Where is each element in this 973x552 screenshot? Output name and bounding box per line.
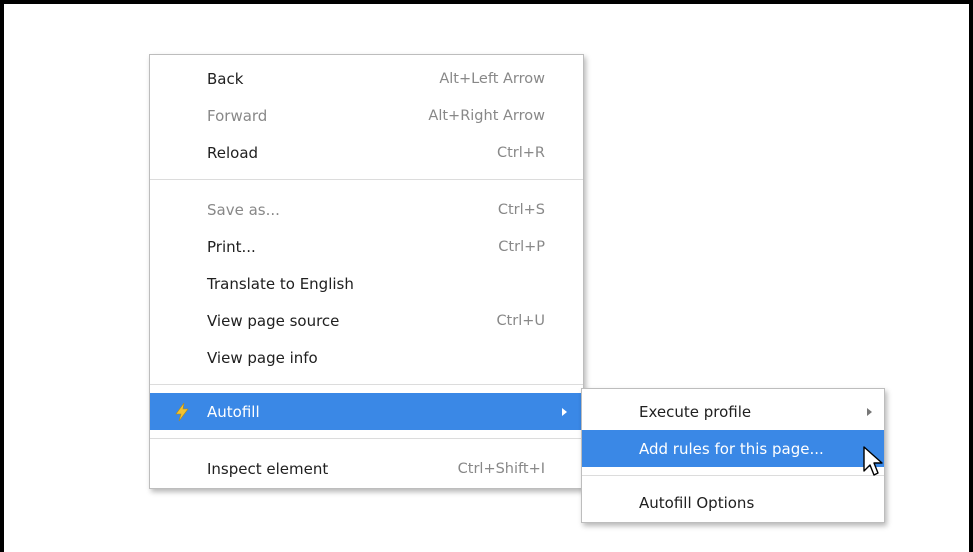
- menu-item-label: Save as...: [207, 200, 280, 219]
- submenu-item-autofill-options[interactable]: Autofill Options: [582, 484, 884, 521]
- menu-item-reload[interactable]: Reload Ctrl+R: [150, 134, 583, 171]
- menu-separator: [150, 179, 583, 180]
- menu-item-label: Print...: [207, 237, 256, 256]
- menu-separator: [150, 384, 583, 385]
- menu-item-label: Inspect element: [207, 459, 329, 478]
- autofill-submenu: Execute profile Add rules for this page.…: [581, 388, 885, 523]
- submenu-arrow-icon: [867, 407, 872, 416]
- menu-item-back[interactable]: Back Alt+Left Arrow: [150, 60, 583, 97]
- menu-item-shortcut: Ctrl+Shift+I: [457, 460, 545, 477]
- menu-item-shortcut: Ctrl+U: [496, 312, 545, 329]
- menu-item-label: Execute profile: [639, 402, 752, 421]
- menu-item-shortcut: Alt+Left Arrow: [439, 70, 545, 87]
- pointer-arrow-icon: [863, 446, 883, 476]
- menu-item-label: Add rules for this page...: [639, 439, 824, 458]
- context-menu: Back Alt+Left Arrow Forward Alt+Right Ar…: [149, 54, 584, 489]
- menu-item-translate[interactable]: Translate to English: [150, 265, 583, 302]
- menu-item-forward[interactable]: Forward Alt+Right Arrow: [150, 97, 583, 134]
- menu-item-label: Autofill: [207, 402, 260, 421]
- menu-item-label: View page info: [207, 348, 318, 367]
- menu-item-label: View page source: [207, 311, 340, 330]
- menu-item-shortcut: Ctrl+R: [496, 144, 545, 161]
- menu-item-view-source[interactable]: View page source Ctrl+U: [150, 302, 583, 339]
- autofill-lightning-icon: [175, 402, 189, 421]
- menu-item-label: Back: [207, 69, 244, 88]
- menu-item-shortcut: Ctrl+P: [498, 238, 545, 255]
- submenu-item-execute-profile[interactable]: Execute profile: [582, 393, 884, 430]
- menu-item-label: Forward: [207, 106, 268, 125]
- menu-separator: [582, 475, 884, 476]
- menu-item-print[interactable]: Print... Ctrl+P: [150, 228, 583, 265]
- menu-item-shortcut: Ctrl+S: [497, 201, 545, 218]
- menu-item-save-as[interactable]: Save as... Ctrl+S: [150, 191, 583, 228]
- menu-item-label: Translate to English: [207, 274, 354, 293]
- menu-item-shortcut: Alt+Right Arrow: [428, 107, 545, 124]
- menu-item-autofill[interactable]: Autofill: [150, 393, 583, 430]
- menu-item-label: Autofill Options: [639, 493, 755, 512]
- menu-separator: [150, 438, 583, 439]
- submenu-item-add-rules[interactable]: Add rules for this page...: [582, 430, 884, 467]
- menu-item-label: Reload: [207, 143, 259, 162]
- submenu-arrow-icon: [562, 407, 567, 416]
- menu-item-inspect-element[interactable]: Inspect element Ctrl+Shift+I: [150, 450, 583, 487]
- menu-item-view-page-info[interactable]: View page info: [150, 339, 583, 376]
